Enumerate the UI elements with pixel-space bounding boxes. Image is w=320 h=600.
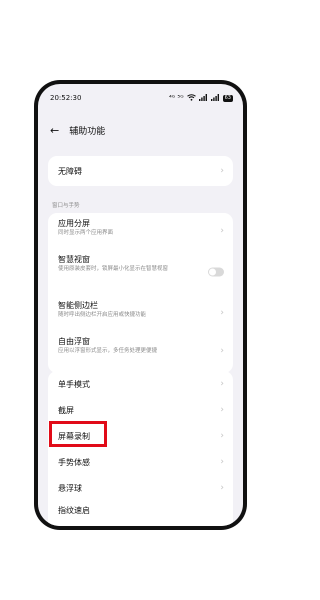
item-title: 应用分屏: [58, 219, 90, 228]
item-subtitle: 随时呼出侧边栏开启应用或快捷功能: [58, 312, 147, 318]
item-subtitle: 使用原装皮套时，锁屏最小化显示在智慧视窗: [58, 266, 169, 272]
chevron-right-icon: ›: [220, 457, 224, 467]
list-item-split-screen[interactable]: 应用分屏 同时显示两个应用界面 ›: [48, 213, 233, 249]
list-item-gestures[interactable]: 手势体感 ›: [48, 449, 233, 475]
status-icons: ⁴ᴳ ⁵ᴳ 63: [168, 93, 233, 103]
item-subtitle: 应用以浮窗形式显示，多任务处理更便捷: [58, 348, 158, 354]
status-time: 20:52:30: [50, 94, 82, 102]
list-item-smart-view[interactable]: 智慧视窗 使用原装皮套时，锁屏最小化显示在智慧视窗: [48, 249, 233, 295]
accessibility-card: 无障碍 ›: [48, 156, 233, 186]
item-title: 自由浮窗: [58, 337, 90, 346]
chevron-right-icon: ›: [220, 483, 224, 493]
status-bar: 20:52:30 ⁴ᴳ ⁵ᴳ 63: [50, 92, 233, 104]
phone-frame: 20:52:30 ⁴ᴳ ⁵ᴳ 63 ← 辅助功能 无障碍 › 窗口与手势 应用分…: [34, 80, 247, 530]
item-title: 智慧视窗: [58, 255, 90, 264]
highlight-box: [49, 421, 107, 447]
chevron-right-icon: ›: [220, 308, 224, 318]
item-title: 智能侧边栏: [58, 301, 98, 310]
smart-view-toggle[interactable]: [208, 267, 224, 277]
wifi-icon: [186, 93, 196, 103]
screen: 20:52:30 ⁴ᴳ ⁵ᴳ 63 ← 辅助功能 无障碍 › 窗口与手势 应用分…: [38, 84, 243, 526]
tools-card: 单手模式 › 截屏 › 屏幕录制 › 手势体感 › 悬浮球 › 指纹速启: [48, 371, 233, 526]
chevron-right-icon: ›: [220, 346, 224, 356]
item-title: 悬浮球: [58, 483, 82, 493]
chevron-right-icon: ›: [220, 166, 224, 176]
accessibility-item[interactable]: 无障碍 ›: [48, 156, 233, 186]
list-item-sidebar[interactable]: 智能侧边栏 随时呼出侧边栏开启应用或快捷功能 ›: [48, 295, 233, 331]
chevron-right-icon: ›: [220, 226, 224, 236]
chevron-right-icon: ›: [220, 379, 224, 389]
list-item-floating-ball[interactable]: 悬浮球 ›: [48, 475, 233, 501]
list-item-fingerprint[interactable]: 指纹速启: [48, 501, 233, 519]
list-item-screenshot[interactable]: 截屏 ›: [48, 397, 233, 423]
item-title: 无障碍: [58, 166, 82, 176]
signal-icon: [198, 93, 208, 103]
item-subtitle: 同时显示两个应用界面: [58, 230, 114, 236]
list-item-one-handed[interactable]: 单手模式 ›: [48, 371, 233, 397]
chevron-right-icon: ›: [220, 405, 224, 415]
item-title: 截屏: [58, 405, 74, 415]
item-title: 单手模式: [58, 379, 90, 389]
network-indicator: ⁴ᴳ ⁵ᴳ: [168, 94, 184, 102]
chevron-right-icon: ›: [220, 431, 224, 441]
item-title: 指纹速启: [58, 505, 90, 515]
page-header: ← 辅助功能: [50, 120, 105, 140]
window-gesture-card: 应用分屏 同时显示两个应用界面 › 智慧视窗 使用原装皮套时，锁屏最小化显示在智…: [48, 213, 233, 373]
page-title: 辅助功能: [69, 126, 106, 137]
battery-icon: 63: [222, 94, 233, 102]
signal-icon-2: [210, 93, 220, 103]
item-title: 手势体感: [58, 457, 90, 467]
section-label: 窗口与手势: [52, 203, 80, 209]
back-arrow-icon[interactable]: ←: [50, 124, 59, 137]
list-item-floating-window[interactable]: 自由浮窗 应用以浮窗形式显示，多任务处理更便捷 ›: [48, 331, 233, 371]
